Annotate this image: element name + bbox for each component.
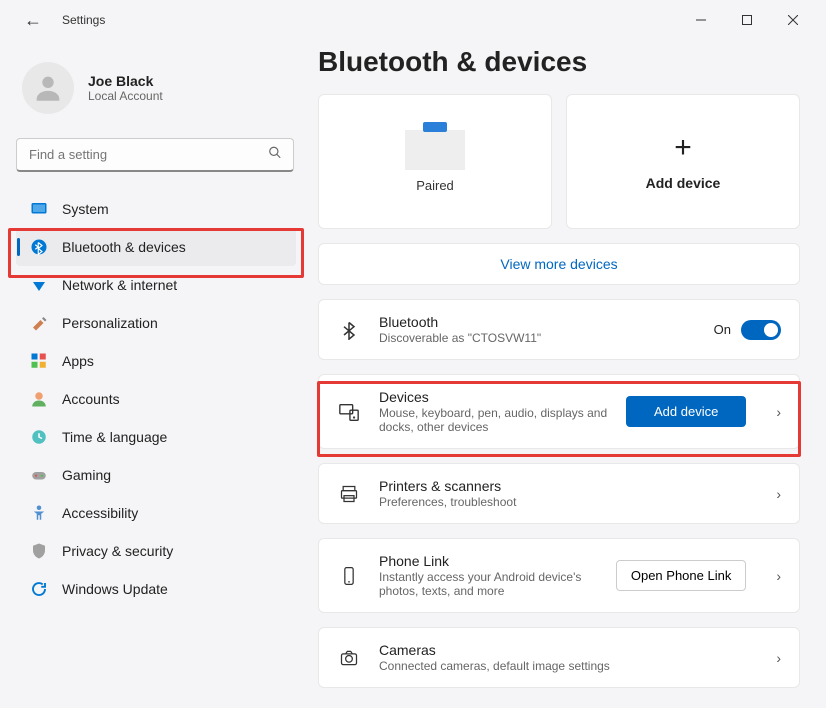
phone-desc: Instantly access your Android device's p… xyxy=(379,570,598,598)
update-icon xyxy=(30,580,48,598)
sidebar-item-label: Accessibility xyxy=(62,505,138,521)
printers-row-icon xyxy=(337,482,361,506)
sidebar-item-label: Time & language xyxy=(62,429,167,445)
phone-row[interactable]: Phone Link Instantly access your Android… xyxy=(318,538,800,613)
add-device-button[interactable]: Add device xyxy=(626,396,746,427)
cameras-desc: Connected cameras, default image setting… xyxy=(379,659,746,673)
search-input[interactable] xyxy=(16,138,294,172)
apps-icon xyxy=(30,352,48,370)
search-icon xyxy=(268,146,282,165)
devices-row[interactable]: Devices Mouse, keyboard, pen, audio, dis… xyxy=(318,374,800,449)
cameras-row-icon xyxy=(337,646,361,670)
bluetooth-state-label: On xyxy=(714,322,731,337)
minimize-button[interactable] xyxy=(678,4,724,36)
maximize-button[interactable] xyxy=(724,4,770,36)
sidebar-item-label: Privacy & security xyxy=(62,543,173,559)
bluetooth-title: Bluetooth xyxy=(379,314,696,330)
bluetooth-toggle[interactable] xyxy=(741,320,781,340)
phone-title: Phone Link xyxy=(379,553,598,569)
printers-title: Printers & scanners xyxy=(379,478,746,494)
paired-label: Paired xyxy=(416,178,454,193)
privacy-icon xyxy=(30,542,48,560)
sidebar-item-label: Gaming xyxy=(62,467,111,483)
chevron-right-icon[interactable]: › xyxy=(776,486,781,502)
chevron-right-icon[interactable]: › xyxy=(776,404,781,420)
accounts-icon xyxy=(30,390,48,408)
add-device-card[interactable]: + Add device xyxy=(566,94,800,229)
chevron-right-icon[interactable]: › xyxy=(776,650,781,666)
user-name: Joe Black xyxy=(88,73,163,89)
content-area: Bluetooth & devices Paired + Add device … xyxy=(310,40,826,708)
titlebar: ← Settings xyxy=(0,0,826,40)
sidebar-item-label: Accounts xyxy=(62,391,120,407)
device-thumbnail xyxy=(405,130,465,170)
sidebar-item-accounts[interactable]: Accounts xyxy=(16,380,296,418)
chevron-right-icon[interactable]: › xyxy=(776,568,781,584)
sidebar-item-label: Bluetooth & devices xyxy=(62,239,186,255)
sidebar-item-label: Apps xyxy=(62,353,94,369)
window-title: Settings xyxy=(62,13,105,27)
bluetooth-desc: Discoverable as "CTOSVW11" xyxy=(379,331,696,345)
sidebar-item-gaming[interactable]: Gaming xyxy=(16,456,296,494)
sidebar-item-bluetooth[interactable]: Bluetooth & devices xyxy=(16,228,296,266)
close-button[interactable] xyxy=(770,4,816,36)
bluetooth-row-icon xyxy=(337,318,361,342)
user-section[interactable]: Joe Black Local Account xyxy=(16,50,310,130)
paired-device-card[interactable]: Paired xyxy=(318,94,552,229)
avatar xyxy=(22,62,74,114)
devices-desc: Mouse, keyboard, pen, audio, displays an… xyxy=(379,406,608,434)
sidebar-item-label: Network & internet xyxy=(62,277,177,293)
accessibility-icon xyxy=(30,504,48,522)
sidebar-item-apps[interactable]: Apps xyxy=(16,342,296,380)
gaming-icon xyxy=(30,466,48,484)
sidebar-item-personalization[interactable]: Personalization xyxy=(16,304,296,342)
system-icon xyxy=(30,200,48,218)
sidebar-item-network[interactable]: Network & internet xyxy=(16,266,296,304)
account-type: Local Account xyxy=(88,89,163,103)
devices-title: Devices xyxy=(379,389,608,405)
view-more-devices[interactable]: View more devices xyxy=(318,243,800,285)
add-device-label: Add device xyxy=(646,175,721,191)
sidebar-item-label: Personalization xyxy=(62,315,158,331)
cameras-row[interactable]: Cameras Connected cameras, default image… xyxy=(318,627,800,688)
phone-row-icon xyxy=(337,564,361,588)
page-title: Bluetooth & devices xyxy=(318,46,800,78)
cameras-title: Cameras xyxy=(379,642,746,658)
personalization-icon xyxy=(30,314,48,332)
sidebar: Joe Black Local Account System Bluetoo xyxy=(0,40,310,708)
plus-icon: + xyxy=(674,133,692,163)
open-phone-link-button[interactable]: Open Phone Link xyxy=(616,560,746,591)
sidebar-item-accessibility[interactable]: Accessibility xyxy=(16,494,296,532)
back-button[interactable]: ← xyxy=(24,10,42,31)
sidebar-item-update[interactable]: Windows Update xyxy=(16,570,296,608)
sidebar-item-privacy[interactable]: Privacy & security xyxy=(16,532,296,570)
printers-row[interactable]: Printers & scanners Preferences, trouble… xyxy=(318,463,800,524)
sidebar-item-label: System xyxy=(62,201,109,217)
devices-row-icon xyxy=(337,400,361,424)
network-icon xyxy=(30,276,48,294)
sidebar-item-system[interactable]: System xyxy=(16,190,296,228)
bluetooth-row[interactable]: Bluetooth Discoverable as "CTOSVW11" On xyxy=(318,299,800,360)
printers-desc: Preferences, troubleshoot xyxy=(379,495,746,509)
sidebar-item-label: Windows Update xyxy=(62,581,168,597)
bluetooth-icon xyxy=(30,238,48,256)
time-icon xyxy=(30,428,48,446)
sidebar-item-time[interactable]: Time & language xyxy=(16,418,296,456)
